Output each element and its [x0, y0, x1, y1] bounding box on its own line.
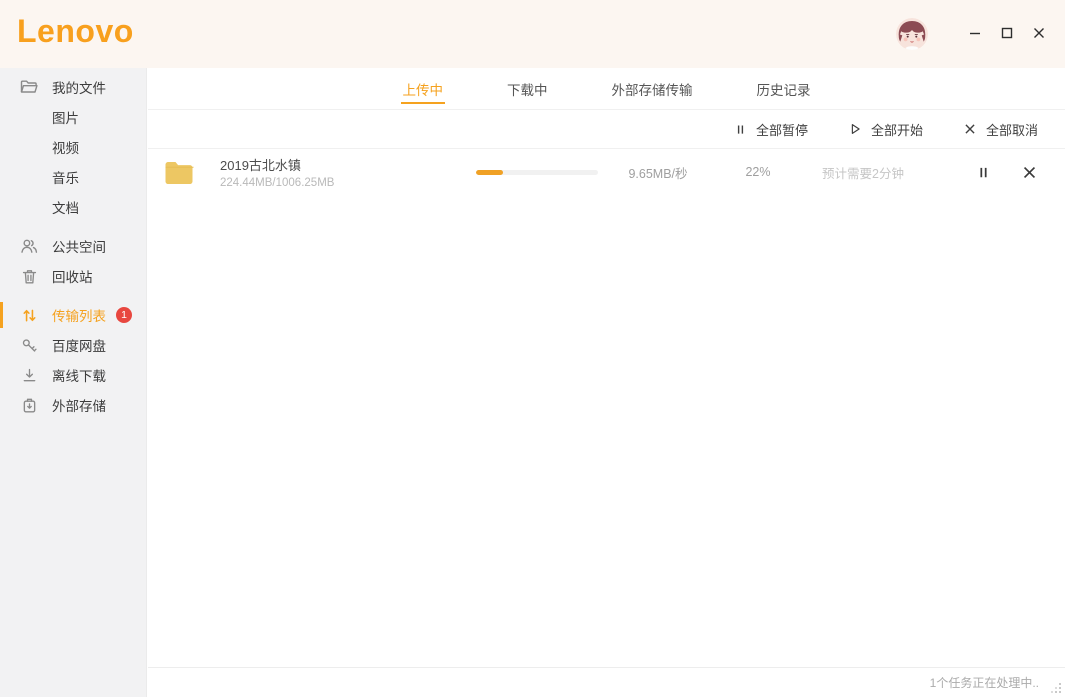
tab-history[interactable]: 历史记录: [755, 68, 813, 109]
sidebar-item-pictures[interactable]: 图片: [0, 102, 146, 132]
main-panel: 上传中 下载中 外部存储传输 历史记录 全部暂停 全部开始: [148, 68, 1065, 697]
progress-bar: [476, 170, 598, 175]
status-text: 1个任务正在处理中..: [930, 674, 1039, 691]
sidebar-item-external-storage[interactable]: 外部存储: [0, 390, 146, 420]
transfer-speed: 9.65MB/秒: [598, 163, 718, 182]
sidebar-item-recycle-bin[interactable]: 回收站: [0, 261, 146, 291]
pause-all-label: 全部暂停: [756, 120, 808, 139]
transfer-count-badge: 1: [116, 307, 132, 323]
sidebar-item-label: 公共空间: [52, 236, 106, 256]
sidebar-item-offline-download[interactable]: 离线下载: [0, 360, 146, 390]
sidebar-item-label: 回收站: [52, 266, 93, 286]
transfer-toolbar: 全部暂停 全部开始 全部取消: [148, 110, 1065, 149]
sidebar-item-label: 文档: [52, 197, 79, 217]
user-avatar[interactable]: [896, 18, 928, 50]
close-button[interactable]: [1027, 21, 1051, 45]
sidebar-group-files: 我的文件 图片 视频 音乐 文档: [0, 72, 146, 222]
maximize-button[interactable]: [995, 21, 1019, 45]
start-all-button[interactable]: 全部开始: [848, 120, 923, 139]
transfer-eta: 预计需要2分钟: [798, 163, 928, 182]
status-bar: 1个任务正在处理中..: [148, 667, 1065, 697]
sidebar-item-label: 外部存储: [52, 395, 106, 415]
cancel-all-label: 全部取消: [986, 120, 1038, 139]
transfer-tabs: 上传中 下载中 外部存储传输 历史记录: [148, 68, 1065, 110]
sidebar-item-videos[interactable]: 视频: [0, 132, 146, 162]
pause-task-button[interactable]: [973, 162, 993, 182]
transfer-percent: 22%: [718, 165, 798, 179]
transfer-row: 2019古北水镇 224.44MB/1006.25MB 9.65MB/秒 22%…: [148, 149, 1065, 195]
pause-icon: [734, 123, 747, 136]
sidebar-item-label: 我的文件: [52, 77, 106, 97]
resize-grip[interactable]: [1050, 682, 1062, 694]
key-icon: [19, 335, 39, 355]
transfer-arrows-icon: [19, 305, 39, 325]
header: Lenovo: [0, 0, 1065, 68]
sidebar-group-transfer: 传输列表 1 百度网盘 离线下载: [0, 300, 146, 420]
sidebar-item-label: 传输列表: [52, 305, 106, 325]
tab-uploading[interactable]: 上传中: [401, 68, 446, 109]
progress-fill: [476, 170, 503, 175]
transfer-row-controls: [973, 162, 1065, 182]
cancel-all-button[interactable]: 全部取消: [963, 120, 1038, 139]
yellow-folder-icon: [164, 160, 194, 186]
minimize-button[interactable]: [963, 21, 987, 45]
sidebar-item-label: 百度网盘: [52, 335, 106, 355]
sidebar-item-label: 离线下载: [52, 365, 106, 385]
sidebar: 我的文件 图片 视频 音乐 文档 公共空间: [0, 68, 147, 697]
play-icon: [848, 122, 862, 136]
cancel-icon: [963, 122, 977, 136]
tab-label: 上传中: [403, 79, 444, 99]
close-icon: [1021, 164, 1038, 181]
sidebar-group-shared: 公共空间 回收站: [0, 231, 146, 291]
transfer-name: 2019古北水镇: [220, 155, 476, 174]
sidebar-item-public-space[interactable]: 公共空间: [0, 231, 146, 261]
minimize-icon: [968, 26, 982, 40]
sidebar-item-transfer-list[interactable]: 传输列表 1: [0, 300, 146, 330]
pause-icon: [976, 165, 991, 180]
cancel-task-button[interactable]: [1019, 162, 1039, 182]
download-icon: [19, 365, 39, 385]
sidebar-item-my-files[interactable]: 我的文件: [0, 72, 146, 102]
sidebar-item-label: 图片: [52, 107, 79, 127]
lenovo-logo: Lenovo: [17, 13, 134, 50]
tab-label: 历史记录: [757, 79, 811, 99]
usb-storage-icon: [19, 395, 39, 415]
transfer-list: 2019古北水镇 224.44MB/1006.25MB 9.65MB/秒 22%…: [148, 149, 1065, 195]
start-all-label: 全部开始: [871, 120, 923, 139]
sidebar-item-baidu-netdisk[interactable]: 百度网盘: [0, 330, 146, 360]
maximize-icon: [1000, 26, 1014, 40]
users-icon: [19, 236, 39, 256]
sidebar-item-documents[interactable]: 文档: [0, 192, 146, 222]
app-window: { "header": { "logo": "Lenovo" }, "sideb…: [0, 0, 1065, 697]
transfer-name-block: 2019古北水镇 224.44MB/1006.25MB: [220, 155, 476, 189]
sidebar-item-music[interactable]: 音乐: [0, 162, 146, 192]
sidebar-item-label: 视频: [52, 137, 79, 157]
tab-label: 外部存储传输: [612, 79, 693, 99]
tab-label: 下载中: [507, 79, 548, 99]
tab-downloading[interactable]: 下载中: [505, 68, 550, 109]
folder-icon: [19, 77, 39, 97]
trash-icon: [19, 266, 39, 286]
sidebar-item-label: 音乐: [52, 167, 79, 187]
tab-external-storage-transfer[interactable]: 外部存储传输: [610, 68, 695, 109]
avatar-icon: [896, 18, 928, 50]
transfer-size: 224.44MB/1006.25MB: [220, 177, 476, 189]
pause-all-button[interactable]: 全部暂停: [734, 120, 808, 139]
close-icon: [1032, 26, 1046, 40]
window-controls: [963, 21, 1051, 45]
